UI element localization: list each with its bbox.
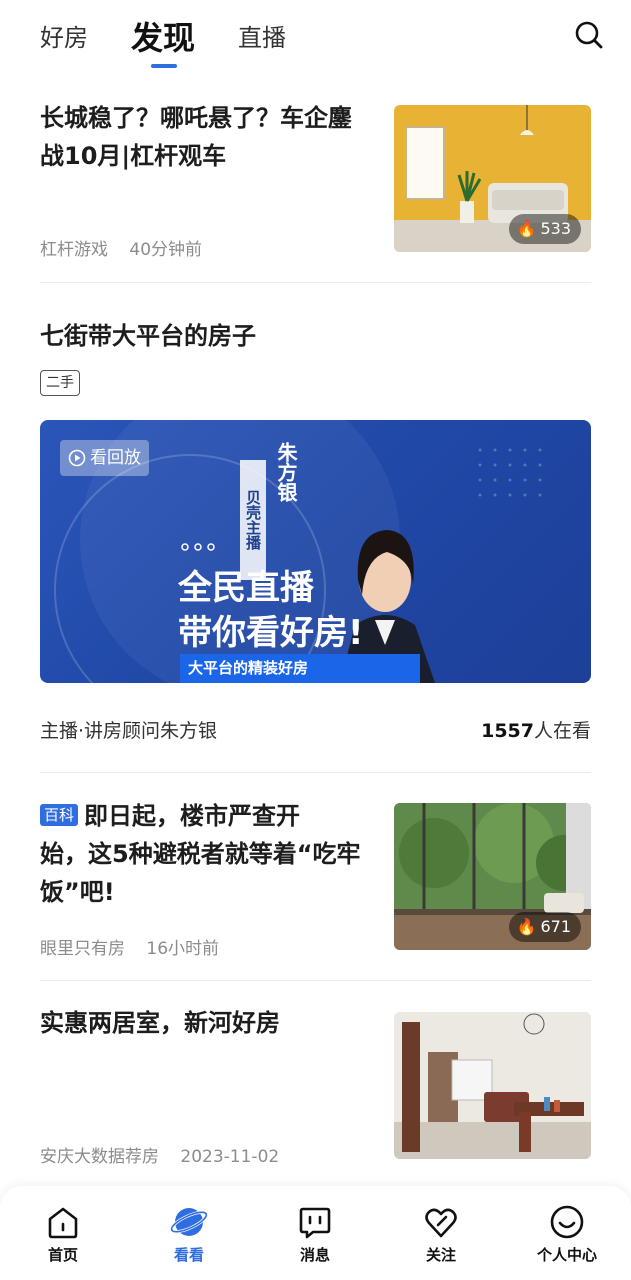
card-title-line: 百科 即日起，楼市严查开 bbox=[40, 797, 385, 835]
bottom-navigation: 首页 看看 消息 关注 个人中心 bbox=[0, 1186, 631, 1280]
card-title: 实惠两居室，新河好房 bbox=[40, 1009, 280, 1037]
replay-button[interactable]: 看回放 bbox=[60, 440, 149, 476]
nav-label: 看看 bbox=[173, 1246, 204, 1264]
heart-icon bbox=[425, 1208, 457, 1238]
divider bbox=[40, 980, 591, 981]
card-title: 百科 即日起，楼市严查开 始，这5种避税者就等着“吃牢 饭”吧! bbox=[40, 797, 385, 911]
nav-label: 消息 bbox=[299, 1246, 330, 1264]
card-meta: 眼里只有房 16小时前 bbox=[40, 934, 235, 959]
card-time: 2023-11-02 bbox=[180, 1147, 280, 1167]
active-tab-indicator bbox=[151, 64, 177, 68]
card-time: 40分钟前 bbox=[129, 240, 203, 260]
nav-label: 个人中心 bbox=[536, 1246, 597, 1264]
live-title: 七街带大平台的房子 bbox=[40, 322, 256, 350]
search-icon bbox=[575, 21, 603, 49]
card-title-line: 战10月|杠杆观车 bbox=[40, 142, 227, 170]
home-icon bbox=[48, 1207, 78, 1239]
banner-subtitle: 大平台的精装好房 bbox=[180, 654, 420, 683]
card-source: 杠杆游戏 bbox=[40, 240, 108, 260]
divider bbox=[40, 282, 591, 283]
card-title-line: 长城稳了？哪吒悬了？车企鏖 bbox=[40, 104, 352, 132]
live-banner[interactable]: 看回放 贝壳主播 朱方银 全民直播 带你看好房! 大平台的精装好房 bbox=[40, 420, 591, 683]
replay-label: 看回放 bbox=[90, 448, 141, 468]
divider bbox=[40, 772, 591, 773]
card-meta: 安庆大数据荐房 2023-11-02 bbox=[40, 1142, 295, 1167]
nav-messages[interactable]: 消息 bbox=[275, 1204, 355, 1265]
tag-second-hand: 二手 bbox=[40, 370, 80, 396]
flame-icon: 🔥 bbox=[516, 917, 537, 936]
card-title: 长城稳了？哪吒悬了？车企鏖 战10月|杠杆观车 bbox=[40, 99, 380, 175]
nav-home[interactable]: 首页 bbox=[23, 1204, 103, 1265]
host-name-vertical: 朱方银 bbox=[274, 442, 298, 502]
play-circle-icon bbox=[68, 449, 86, 467]
card-title-line: 饭”吧! bbox=[40, 878, 115, 906]
baike-badge: 百科 bbox=[40, 804, 79, 826]
planet-icon bbox=[170, 1208, 208, 1236]
heat-badge: 🔥 533 bbox=[508, 214, 581, 244]
heat-count: 671 bbox=[540, 917, 571, 936]
tab-haofang[interactable]: 好房 bbox=[40, 18, 88, 53]
room-image-livingroom bbox=[394, 1012, 591, 1159]
flame-icon: 🔥 bbox=[516, 219, 537, 238]
card-thumbnail: 🔥 671 bbox=[394, 803, 591, 950]
card-thumbnail: 🔥 533 bbox=[394, 105, 591, 252]
card-meta: 杠杆游戏 40分钟前 bbox=[40, 235, 218, 260]
banner-headline-1: 全民直播 bbox=[178, 568, 314, 608]
search-button[interactable] bbox=[574, 20, 608, 54]
card-source: 安庆大数据荐房 bbox=[40, 1147, 159, 1167]
nav-follow[interactable]: 关注 bbox=[401, 1204, 481, 1265]
watch-suffix: 人在看 bbox=[533, 720, 591, 742]
nav-label: 关注 bbox=[425, 1246, 456, 1264]
watch-number: 1557 bbox=[481, 720, 534, 742]
heat-badge: 🔥 671 bbox=[508, 912, 581, 942]
nav-label: 首页 bbox=[47, 1246, 78, 1264]
live-host: 主播·讲房顾问朱方银 bbox=[40, 720, 218, 742]
banner-headline-2: 带你看好房! bbox=[178, 613, 364, 653]
card-source: 眼里只有房 bbox=[40, 939, 125, 959]
heat-count: 533 bbox=[540, 219, 571, 238]
nav-kankan[interactable]: 看看 bbox=[149, 1204, 229, 1265]
card-title-line: 始，这5种避税者就等着“吃牢 bbox=[40, 840, 361, 868]
card-title-text: 即日起，楼市严查开 bbox=[84, 802, 301, 830]
tab-faxian[interactable]: 发现 bbox=[131, 13, 195, 59]
tab-zhibo[interactable]: 直播 bbox=[238, 18, 286, 53]
nav-profile[interactable]: 个人中心 bbox=[527, 1204, 607, 1265]
top-tab-bar: 好房 发现 直播 bbox=[0, 0, 631, 80]
card-time: 16小时前 bbox=[146, 939, 220, 959]
card-thumbnail bbox=[394, 1012, 591, 1159]
live-watch-count: 1557人在看 bbox=[481, 716, 591, 743]
message-icon bbox=[299, 1207, 331, 1239]
smiley-icon bbox=[550, 1205, 584, 1239]
